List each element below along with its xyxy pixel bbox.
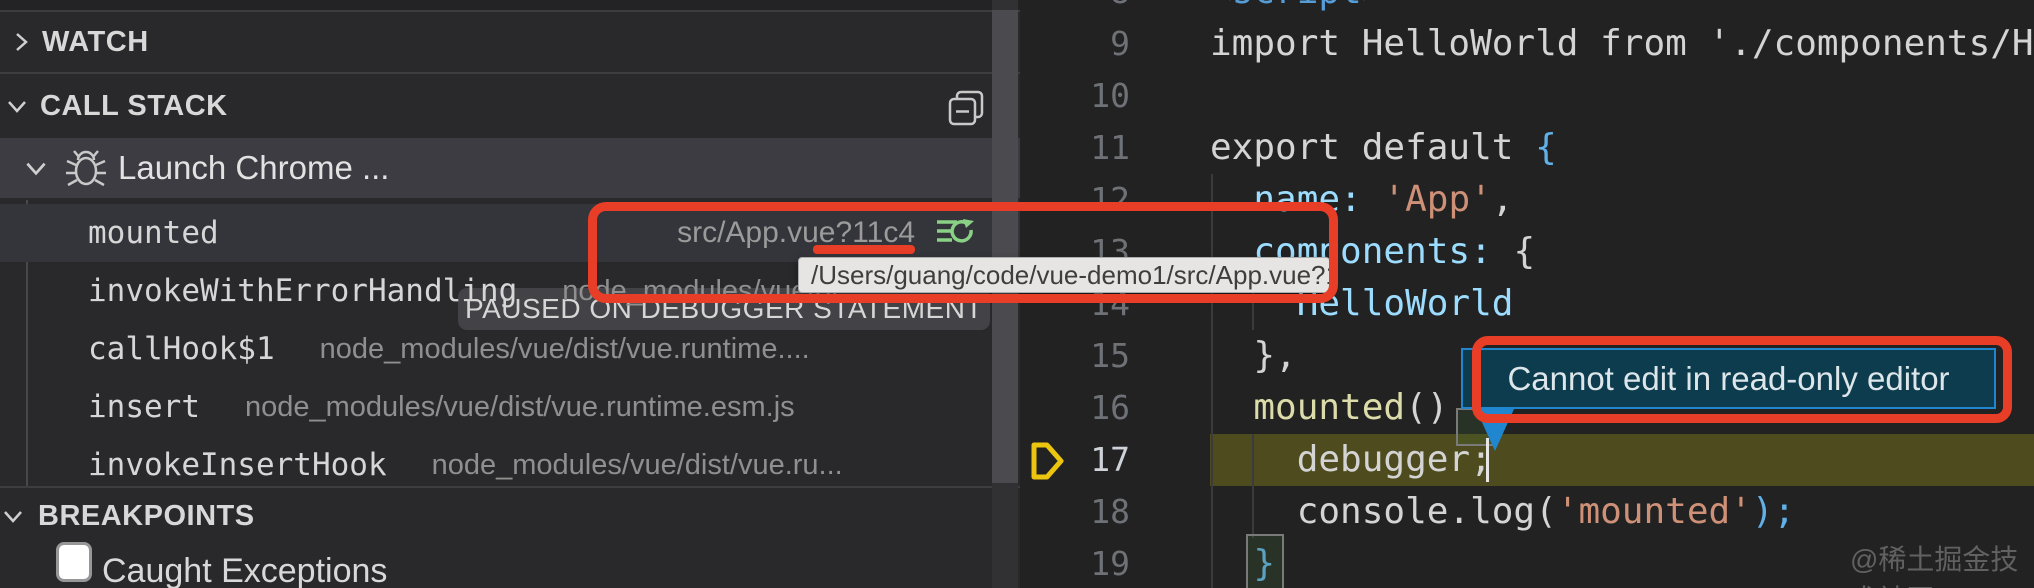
code-line-text: }, — [1210, 330, 1297, 382]
line-number: 16 — [1020, 382, 1130, 434]
code-line-text: export default { — [1210, 122, 1557, 174]
code-line[interactable]: 11 export default { — [1020, 122, 2034, 174]
code-line-text: console.log('mounted'); — [1210, 486, 1795, 538]
code-line-text: <script> — [1210, 0, 1383, 18]
call-stack-frame-row[interactable]: insert node_modules/vue/dist/vue.runtime.… — [0, 378, 1020, 436]
debug-session-row[interactable]: Launch Chrome ... PAUSED ON DEBUGGER STA… — [0, 138, 1020, 198]
breakpoint-item-label: Caught Exceptions — [102, 552, 387, 588]
collapse-all-icon[interactable] — [946, 88, 986, 128]
chevron-down-icon — [0, 503, 26, 529]
line-number: 8 — [1020, 0, 1130, 18]
code-line[interactable]: 17 debugger; — [1020, 434, 2034, 486]
frame-name: mounted — [88, 215, 219, 251]
bracket-match-highlight — [1246, 534, 1284, 588]
line-number: 18 — [1020, 486, 1130, 538]
line-number: 17 — [1020, 434, 1130, 486]
chevron-down-icon — [4, 93, 30, 119]
breakpoints-section-label: BREAKPOINTS — [38, 500, 255, 533]
indent-guide — [1252, 434, 1254, 538]
chevron-right-icon — [8, 29, 34, 55]
annotation-box-source — [588, 202, 1338, 303]
frame-name: callHook$1 — [88, 331, 275, 367]
code-line[interactable]: 8 <script> — [1020, 0, 2034, 18]
frame-name: invokeWithErrorHandling — [88, 273, 517, 309]
previous-section-edge — [0, 0, 1020, 10]
caught-exceptions-checkbox[interactable] — [56, 542, 92, 582]
frame-name: invokeInsertHook — [88, 447, 387, 483]
line-number: 19 — [1020, 538, 1130, 588]
line-number: 15 — [1020, 330, 1130, 382]
code-line[interactable]: 18 console.log('mounted'); — [1020, 486, 2034, 538]
frame-path: node_modules/vue/dist/vue.runtime.esm.js — [245, 391, 795, 424]
breakpoints-section-header[interactable]: BREAKPOINTS — [0, 488, 1020, 544]
annotation-box-readonly — [1472, 336, 2012, 423]
frame-name: insert — [88, 389, 200, 425]
debug-session-label: Launch Chrome ... — [118, 149, 389, 187]
call-stack-frame-row[interactable]: callHook$1 node_modules/vue/dist/vue.runt… — [0, 320, 1020, 378]
code-line-text: import HelloWorld from './components/Hel — [1210, 18, 2034, 70]
frame-path: node_modules/vue/dist/vue.runtime.... — [320, 333, 810, 366]
bug-icon — [64, 147, 108, 189]
breakpoints-section: BREAKPOINTS Caught Exceptions — [0, 486, 1020, 588]
frame-path: node_modules/vue/dist/vue.ru... — [432, 449, 843, 482]
line-number: 9 — [1020, 18, 1130, 70]
code-line[interactable]: 9 import HelloWorld from './components/He… — [1020, 18, 2034, 70]
call-stack-section-label: CALL STACK — [40, 90, 228, 123]
chevron-down-icon[interactable] — [22, 154, 50, 182]
line-number: 11 — [1020, 122, 1130, 174]
watermark: @稀土掘金技术社区 — [1850, 538, 2034, 588]
call-stack-section-header[interactable]: CALL STACK — [0, 74, 1020, 138]
code-line-text: mounted() — [1210, 382, 1448, 434]
line-number: 10 — [1020, 70, 1130, 122]
call-stack-frame-row[interactable]: invokeInsertHook node_modules/vue/dist/vu… — [0, 436, 1020, 486]
watch-section-label: WATCH — [42, 26, 149, 59]
breakpoint-item-row[interactable]: Caught Exceptions — [0, 552, 1020, 588]
vscode-debug-view: WATCH CALL STACK — [0, 0, 2034, 588]
code-line[interactable]: 10 — [1020, 70, 2034, 122]
watch-section-header[interactable]: WATCH — [0, 12, 1020, 72]
